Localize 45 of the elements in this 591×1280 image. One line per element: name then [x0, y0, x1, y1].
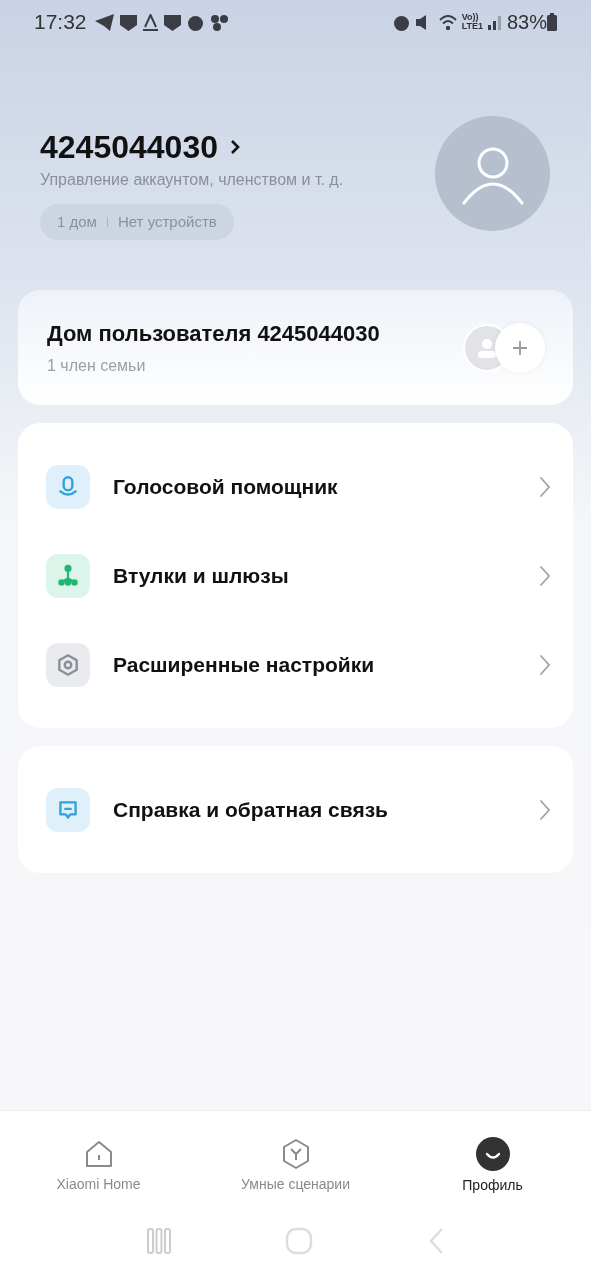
menu-item-label: Справка и обратная связь	[113, 796, 389, 823]
user-icon	[476, 336, 498, 359]
smile-icon	[475, 1137, 510, 1171]
letter-a-icon	[142, 13, 158, 31]
tab[interactable]: Профиль	[394, 1131, 591, 1196]
network-label: LTE1	[461, 22, 483, 31]
menu-item[interactable]: Втулки и шлюзы	[18, 531, 573, 620]
voice-assistant-icon	[46, 464, 90, 509]
wifi-icon	[437, 13, 458, 31]
menu-item-label: Расширенные настройки	[113, 651, 376, 678]
menu-item[interactable]: Справка и обратная связь	[18, 765, 573, 854]
plus-icon	[512, 339, 528, 356]
chevron-right-icon	[539, 475, 551, 498]
chevron-right-icon	[229, 139, 240, 155]
account-stat: 1 дом	[57, 211, 97, 232]
menu-item-label: Голосовой помощник	[113, 473, 339, 500]
account-stat: Нет устройств	[117, 211, 217, 232]
account-subtitle: Управление аккаунтом, членством и т. д.	[40, 170, 344, 190]
shield-icon	[163, 13, 181, 31]
home-card[interactable]: Дом пользователя 4245044030 1 член семьи	[18, 290, 573, 405]
hexagon-nut-icon	[46, 642, 90, 687]
dots-cluster-icon	[209, 13, 229, 31]
signal-icon	[486, 14, 503, 30]
menu-item[interactable]: Голосовой помощник	[18, 442, 573, 531]
chevron-right-icon	[539, 653, 551, 676]
hub-icon	[46, 553, 90, 598]
chevron-right-icon	[539, 564, 551, 587]
battery-percent: 83%	[506, 10, 547, 35]
home-title: Дом пользователя 4245044030	[47, 320, 380, 348]
menu-item-label: Втулки и шлюзы	[113, 562, 290, 589]
status-time: 17:32	[34, 9, 87, 36]
volte-label: Vo))	[461, 13, 479, 22]
shield-icon	[119, 13, 137, 31]
chat-bubble-icon	[46, 787, 90, 832]
home-members: 1 член семьи	[47, 356, 147, 376]
battery-icon	[547, 13, 557, 31]
chevron-right-icon	[539, 798, 551, 821]
paper-plane-icon	[94, 13, 114, 31]
tab[interactable]: Умные сценарии	[197, 1132, 394, 1195]
menu-item[interactable]: Расширенные настройки	[18, 620, 573, 709]
add-member-button[interactable]	[495, 322, 545, 373]
tab[interactable]: Xiaomi Home	[0, 1132, 197, 1195]
account-id[interactable]: 4245044030	[40, 128, 218, 166]
recent-apps-icon[interactable]	[146, 1227, 173, 1255]
home-button-icon[interactable]	[284, 1226, 315, 1256]
